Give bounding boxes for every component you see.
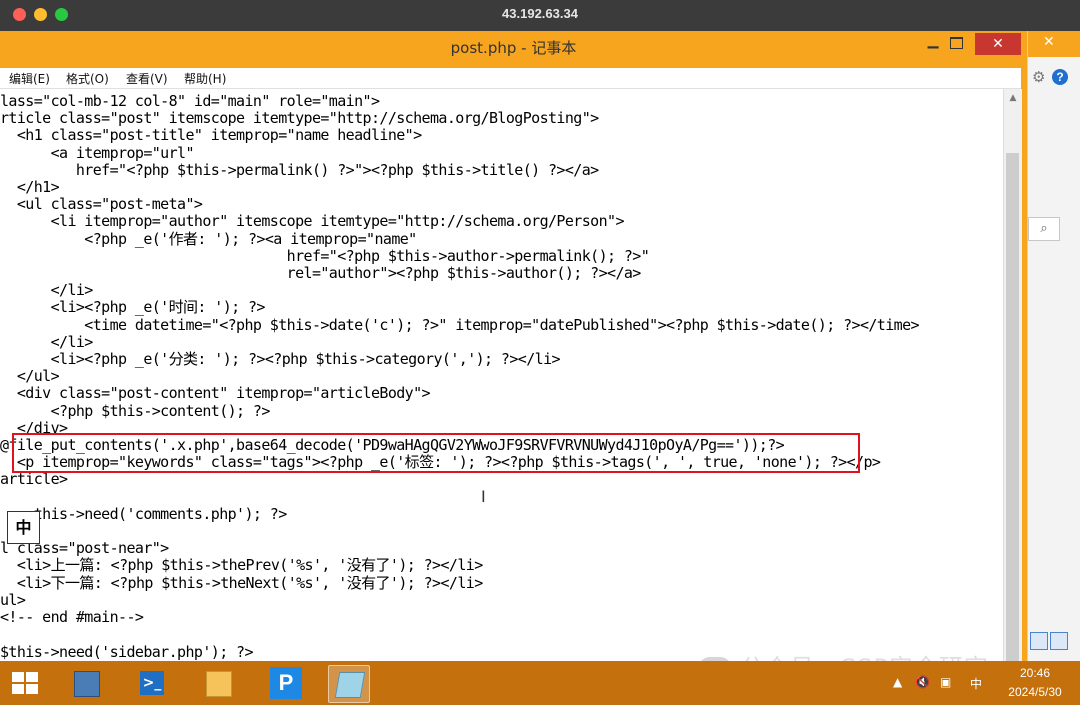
- tray-volume-icon[interactable]: 🔇: [915, 675, 930, 689]
- vertical-scrollbar[interactable]: ▲: [1003, 89, 1022, 661]
- folder-icon: [206, 671, 232, 697]
- code-line: href="<?php $this->permalink() ?>"><?php…: [0, 160, 599, 179]
- menu-bar: 编辑(E) 格式(O) 查看(V) 帮助(H): [0, 68, 1021, 89]
- menu-edit[interactable]: 编辑(E): [9, 70, 50, 87]
- code-line: rticle class="post" itemscope itemtype="…: [0, 109, 599, 128]
- gear-icon[interactable]: ⚙: [1032, 68, 1050, 86]
- start-button[interactable]: [12, 672, 40, 696]
- maximize-button[interactable]: [950, 37, 963, 49]
- code-line: <li><?php _e('分类: '); ?><?php $this->cat…: [0, 350, 561, 369]
- ime-indicator[interactable]: 中: [7, 511, 40, 544]
- code-line: article>: [0, 470, 68, 489]
- code-line: <?php _e('作者: '); ?><a itemprop="name": [0, 229, 417, 248]
- code-line: </li>: [0, 281, 94, 300]
- code-content[interactable]: lass="col-mb-12 col-8" id="main" role="m…: [0, 92, 920, 661]
- minimize-button[interactable]: ▁: [920, 33, 946, 55]
- background-window: ✕ ⚙ ? ⌕: [1027, 31, 1080, 661]
- code-line: ul>: [0, 590, 26, 609]
- details-view-icon[interactable]: [1030, 632, 1048, 650]
- code-line: $this->need('sidebar.php'); ?>: [0, 642, 254, 661]
- code-line: rel="author"><?php $this->author(); ?></…: [0, 264, 642, 283]
- tray-network-icon[interactable]: ▣: [940, 675, 951, 689]
- notepad-title: post.php - 记事本: [450, 39, 577, 57]
- code-line: <li>上一篇: <?php $this->thePrev('%s', '没有了…: [0, 556, 483, 575]
- taskbar-powershell[interactable]: >_: [132, 665, 172, 701]
- menu-format[interactable]: 格式(O): [66, 70, 109, 87]
- code-line: <ul class="post-meta">: [0, 195, 203, 214]
- powershell-icon: >_: [140, 671, 164, 695]
- code-line: this->need('comments.php'); ?>: [0, 504, 288, 523]
- text-cursor-icon: I: [481, 487, 486, 506]
- code-line: href="<?php $this->author->permalink(); …: [0, 246, 650, 265]
- list-view-icon[interactable]: [1050, 632, 1068, 650]
- tray-ime[interactable]: 中: [970, 675, 982, 692]
- menu-help[interactable]: 帮助(H): [184, 70, 226, 87]
- code-line: <a itemprop="url": [0, 143, 195, 162]
- code-line: </li>: [0, 332, 94, 351]
- code-line: <h1 class="post-title" itemprop="name he…: [0, 126, 422, 145]
- close-icon[interactable]: ✕: [1043, 34, 1055, 50]
- clock-date: 2024/5/30: [1008, 685, 1062, 699]
- code-line: <li>下一篇: <?php $this->theNext('%s', '没有了…: [0, 573, 483, 592]
- code-line: <div class="post-content" itemprop="arti…: [0, 384, 431, 403]
- code-line: lass="col-mb-12 col-8" id="main" role="m…: [0, 92, 380, 110]
- help-icon[interactable]: ?: [1052, 69, 1068, 85]
- tray-chevron-icon[interactable]: ▲: [893, 675, 902, 689]
- notepad-icon: [334, 672, 366, 698]
- mac-window-title: 43.192.63.34: [502, 6, 578, 21]
- taskbar-p-app[interactable]: P: [266, 665, 306, 701]
- background-window-titlebar: ✕: [1028, 31, 1080, 57]
- code-line: <time datetime="<?php $this->date('c'); …: [0, 315, 919, 334]
- notepad-window: post.php - 记事本 ▁ ✕ 编辑(E) 格式(O) 查看(V) 帮助(…: [0, 31, 1027, 661]
- code-line: </h1>: [0, 178, 60, 197]
- taskbar-notepad[interactable]: [328, 665, 370, 703]
- scroll-up-arrow-icon[interactable]: ▲: [1004, 89, 1022, 107]
- code-line: <li><?php _e('时间: '); ?>: [0, 298, 266, 317]
- menu-view[interactable]: 查看(V): [126, 70, 168, 87]
- text-editor[interactable]: lass="col-mb-12 col-8" id="main" role="m…: [0, 89, 1003, 661]
- code-line: </ul>: [0, 367, 60, 386]
- code-line: <!-- end #main-->: [0, 608, 144, 627]
- search-icon[interactable]: ⌕: [1028, 217, 1060, 241]
- clock-time: 20:46: [1019, 666, 1051, 680]
- server-manager-icon: [74, 671, 100, 697]
- highlight-box: [12, 433, 860, 473]
- taskbar-server-manager[interactable]: [66, 665, 106, 701]
- p-app-icon: P: [270, 667, 302, 699]
- mac-title-bar: 43.192.63.34: [0, 0, 1080, 31]
- code-line: <li itemprop="author" itemscope itemtype…: [0, 212, 625, 231]
- code-line: <?php $this->content(); ?>: [0, 401, 271, 420]
- taskbar: >_ P ▲ 🔇 ▣ 中 20:46 2024/5/30: [0, 661, 1080, 705]
- scrollbar-thumb[interactable]: [1006, 153, 1019, 661]
- close-button[interactable]: ✕: [975, 33, 1021, 55]
- clock[interactable]: 20:46 2024/5/30: [1000, 664, 1070, 702]
- taskbar-file-explorer[interactable]: [198, 665, 238, 701]
